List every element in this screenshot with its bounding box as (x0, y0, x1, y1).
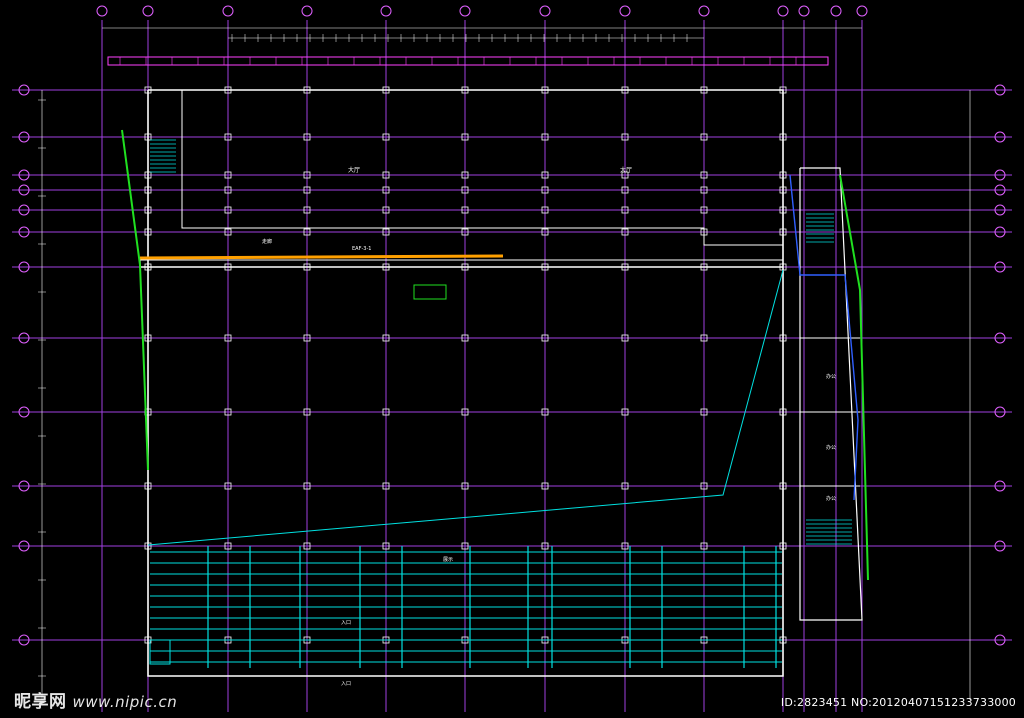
duct-line (139, 254, 504, 260)
floor-plan-drawing: 大厅 大厅 走廊 办公 办公 办公 展示 入口 入口 EAF-3-1 (0, 0, 1024, 718)
room-label: 入口 (341, 620, 351, 626)
room-label: 入口 (341, 681, 351, 687)
room-label: 展示 (443, 557, 453, 563)
image-id-text: ID:2823451 NO:20120407151233733000 (780, 696, 1016, 709)
dimension-text: EAF-3-1 (352, 246, 371, 252)
room-label: 大厅 (348, 166, 360, 174)
room-label: 办公 (826, 373, 836, 380)
watermark-url: www.nipic.cn (72, 693, 178, 711)
watermark-brand: 昵享网 (14, 692, 67, 712)
room-label: 办公 (826, 444, 836, 451)
room-label: 大厅 (620, 166, 632, 174)
watermark: 昵享网 www.nipic.cn (14, 687, 177, 712)
room-label: 走廊 (262, 238, 272, 245)
room-label: 办公 (826, 495, 836, 502)
